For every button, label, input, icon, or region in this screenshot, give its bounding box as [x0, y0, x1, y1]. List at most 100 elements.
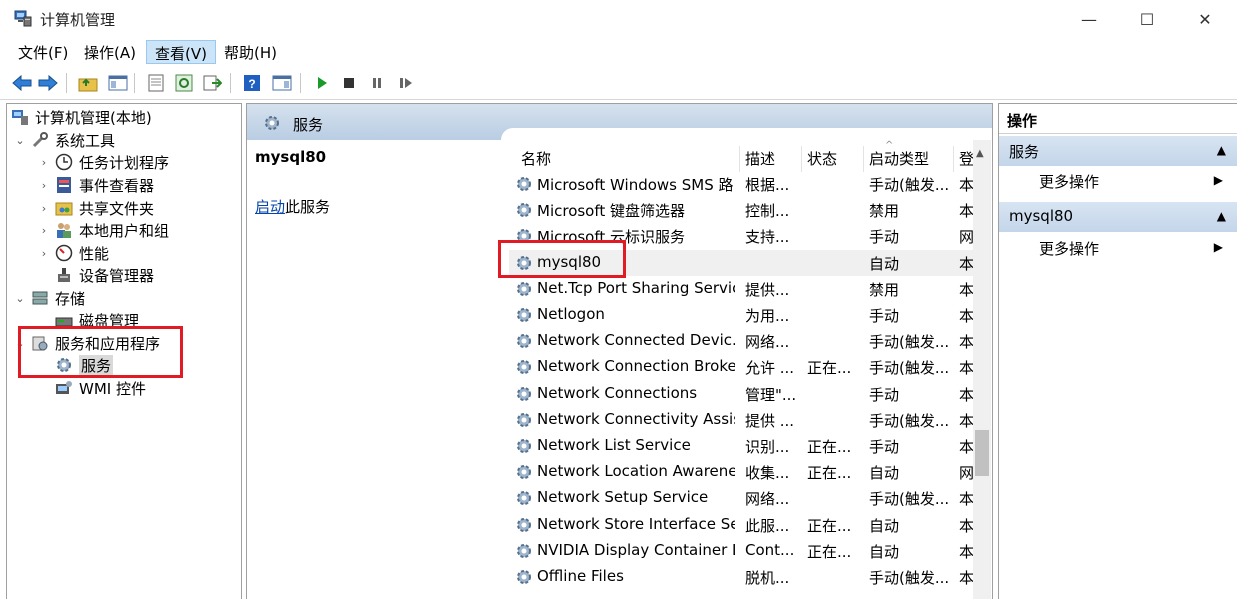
menu-file[interactable]: 文件(F): [10, 40, 76, 64]
table-row[interactable]: Microsoft 键盘筛选器 控制... 禁用本: [509, 197, 977, 223]
start-service-button[interactable]: [310, 71, 334, 95]
up-folder-button[interactable]: [76, 71, 100, 95]
tree-item-performance[interactable]: › 性能: [37, 242, 109, 264]
tree-item-system-tools[interactable]: ⌄ 系统工具: [13, 129, 115, 151]
scrollbar-thumb[interactable]: [975, 430, 989, 476]
gear-icon: [517, 360, 531, 375]
properties-button[interactable]: [144, 71, 168, 95]
stop-service-button[interactable]: [337, 71, 361, 95]
tree-item-wmi[interactable]: WMI 控件: [55, 377, 146, 399]
refresh-button[interactable]: [172, 71, 196, 95]
collapse-caret-icon[interactable]: ▲: [1217, 209, 1226, 223]
help-button[interactable]: ?: [240, 71, 264, 95]
computer-management-icon: [12, 110, 28, 125]
toolbar-separator: [300, 73, 301, 93]
expand-chevron-icon[interactable]: ›: [37, 156, 51, 169]
expand-chevron-icon[interactable]: ›: [37, 179, 51, 192]
cell-start-type: 自动: [869, 516, 900, 535]
collapse-chevron-icon[interactable]: ⌄: [13, 134, 27, 147]
toolbar-separator: [66, 73, 67, 93]
back-button[interactable]: [10, 71, 34, 95]
gear-icon: [517, 281, 531, 296]
cell-start-type: 禁用: [869, 280, 900, 299]
cell-start-type: 自动: [869, 542, 900, 561]
title-bar: 计算机管理 — ☐ ✕: [0, 0, 1237, 38]
gear-icon: [517, 412, 531, 427]
minimize-button[interactable]: —: [1060, 0, 1118, 38]
menu-help[interactable]: 帮助(H): [216, 40, 285, 64]
pause-service-button[interactable]: [365, 71, 389, 95]
tools-icon: [32, 132, 48, 148]
service-detail: mysql80 启动此服务: [255, 148, 495, 216]
table-row[interactable]: Network Connected Devic... 网络... 手动(触发... 本: [509, 328, 977, 354]
show-action-pane-button[interactable]: [270, 71, 294, 95]
expand-chevron-icon[interactable]: ›: [37, 247, 51, 260]
table-row[interactable]: Network Connection Broker 允许 ... 正在... 手动(触…: [509, 354, 977, 380]
action-pane-icon: [272, 75, 292, 91]
cell-start-type: 手动: [869, 438, 900, 456]
tree-item-device-manager[interactable]: 设备管理器: [55, 264, 154, 286]
table-row[interactable]: Microsoft Windows SMS 路... 根据... 手动(触发... 本: [509, 171, 977, 197]
tree-item-event-viewer[interactable]: › 事件查看器: [37, 174, 154, 196]
menu-view[interactable]: 查看(V): [146, 40, 216, 64]
table-row[interactable]: Network Setup Service 网络... 手动(触发... 本: [509, 485, 977, 511]
actions-section-services[interactable]: 服务 ▲: [999, 136, 1237, 166]
table-row[interactable]: Network Connections 管理"... 手动本: [509, 381, 977, 407]
close-button[interactable]: ✕: [1176, 0, 1234, 38]
column-separator[interactable]: [739, 146, 740, 172]
tree-item-storage[interactable]: ⌄ 存储: [13, 287, 85, 309]
more-actions-mysql80[interactable]: 更多操作: [1039, 238, 1099, 259]
storage-icon: [32, 291, 48, 305]
service-action-text: 启动此服务: [255, 196, 330, 217]
table-row[interactable]: Offline Files 脱机... 手动(触发... 本: [509, 564, 977, 590]
menu-action[interactable]: 操作(A): [76, 40, 144, 64]
toolbar-separator: [230, 73, 231, 93]
start-service-link[interactable]: 启动: [255, 198, 285, 216]
column-header-start-type[interactable]: 启动类型: [869, 148, 929, 169]
gear-icon: [517, 308, 531, 322]
more-actions-services[interactable]: 更多操作: [1039, 171, 1099, 192]
annotation-highlight-box: [18, 326, 183, 378]
tree-label: 本地用户和组: [79, 221, 170, 240]
cell-desc: 允许 ...: [745, 359, 795, 378]
cell-start-type: 手动(触发...: [869, 411, 950, 430]
tree-item-root[interactable]: 计算机管理(本地): [11, 106, 152, 128]
table-row[interactable]: Network Location Awarene... 收集... 正在... 自动网: [509, 459, 977, 485]
collapse-chevron-icon[interactable]: ⌄: [13, 292, 27, 305]
forward-button[interactable]: [36, 71, 60, 95]
expand-chevron-icon[interactable]: ›: [37, 224, 51, 237]
actions-section-mysql80[interactable]: mysql80 ▲: [999, 202, 1237, 232]
vertical-scrollbar[interactable]: ▲: [973, 140, 991, 599]
gear-icon: [517, 543, 531, 558]
column-separator[interactable]: [953, 146, 954, 172]
cell-desc: 支持...: [745, 228, 790, 247]
show-tree-button[interactable]: [106, 71, 130, 95]
tree-item-task-scheduler[interactable]: › 任务计划程序: [37, 151, 169, 173]
column-header-state[interactable]: 状态: [807, 148, 837, 169]
export-button[interactable]: [200, 71, 224, 95]
table-row[interactable]: Network List Service 识别... 正在... 手动本: [509, 433, 977, 459]
column-header-login[interactable]: 登: [959, 148, 974, 169]
table-row[interactable]: NVIDIA Display Container LS Cont... 正在... 自…: [509, 538, 977, 564]
maximize-button[interactable]: ☐: [1118, 0, 1176, 38]
table-row[interactable]: Netlogon 为用... 手动本: [509, 302, 977, 328]
gear-icon: [517, 465, 531, 480]
table-row[interactable]: Network Store Interface Se... 此服... 正在... 自…: [509, 512, 977, 538]
scroll-up-arrow-icon[interactable]: ▲: [976, 148, 984, 159]
restart-service-button[interactable]: [394, 71, 418, 95]
expand-chevron-icon[interactable]: ›: [37, 202, 51, 215]
collapse-caret-icon[interactable]: ▲: [1217, 143, 1226, 157]
toolbar: ?: [0, 66, 1237, 100]
tree-item-shared-folders[interactable]: › 共享文件夹: [37, 197, 154, 219]
column-separator[interactable]: [863, 146, 864, 172]
play-icon: [318, 77, 327, 89]
svg-text:?: ?: [248, 77, 255, 91]
tree-item-local-users[interactable]: › 本地用户和组: [37, 219, 169, 241]
table-row[interactable]: Net.Tcp Port Sharing Service 提供... 禁用本: [509, 276, 977, 302]
column-header-name[interactable]: 名称: [521, 148, 551, 169]
cell-start-type: 手动: [869, 385, 900, 404]
close-icon: ✕: [1198, 9, 1212, 29]
table-row[interactable]: Network Connectivity Assis... 提供 ... 手动(触发…: [509, 407, 977, 433]
column-header-desc[interactable]: 描述: [745, 148, 775, 169]
column-separator[interactable]: [801, 146, 802, 172]
